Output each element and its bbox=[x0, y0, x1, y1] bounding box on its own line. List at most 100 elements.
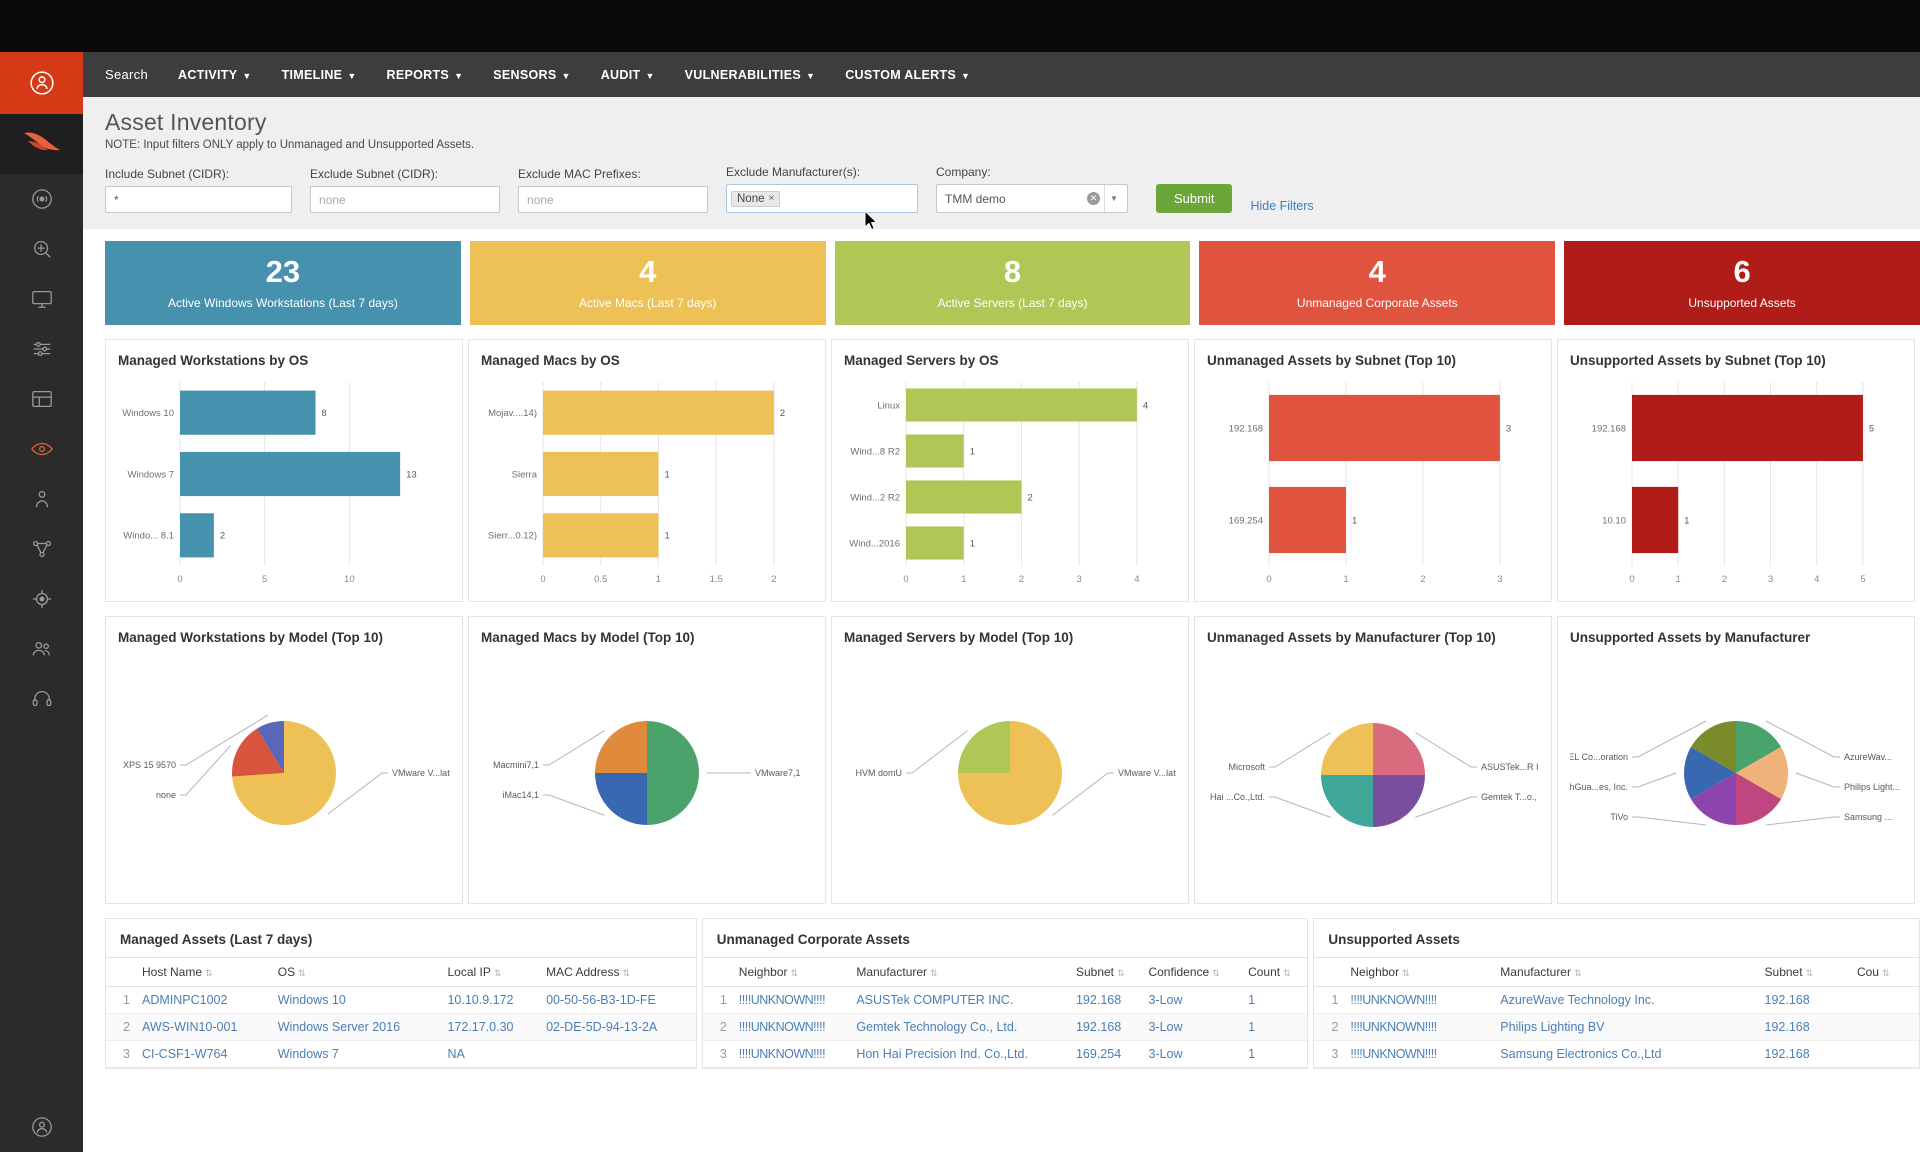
user-shield-icon[interactable] bbox=[0, 474, 83, 524]
chevron-down-icon[interactable]: ▼ bbox=[1104, 185, 1123, 212]
column-header[interactable]: Local IP⇅ bbox=[441, 958, 540, 987]
user-avatar-icon[interactable] bbox=[0, 52, 83, 114]
table-row[interactable]: 2!!!!UNKNOWN!!!!Philips Lighting BV192.1… bbox=[1314, 1014, 1919, 1041]
table-row[interactable]: 2!!!!UNKNOWN!!!!Gemtek Technology Co., L… bbox=[703, 1014, 1308, 1041]
kpi-card-active-servers[interactable]: 8 Active Servers (Last 7 days) bbox=[835, 241, 1191, 325]
sort-icon[interactable]: ⇅ bbox=[930, 968, 938, 978]
nav-item-search[interactable]: Search bbox=[105, 67, 148, 82]
support-headset-icon[interactable] bbox=[0, 674, 83, 724]
table-row[interactable]: 1ADMINPC1002Windows 1010.10.9.17200-50-5… bbox=[106, 987, 696, 1014]
nav-item-timeline[interactable]: TIMELINE ▼ bbox=[282, 68, 357, 82]
broadcast-icon[interactable] bbox=[0, 174, 83, 224]
pie1-slice[interactable] bbox=[647, 721, 699, 825]
bar1-bar[interactable] bbox=[543, 513, 658, 557]
table-row[interactable]: 2AWS-WIN10-001Windows Server 2016172.17.… bbox=[106, 1014, 696, 1041]
column-header[interactable]: Neighbor⇅ bbox=[1344, 958, 1494, 987]
pie2-slice[interactable] bbox=[958, 721, 1010, 773]
pie-chart-managed-servers-by-model[interactable]: HVM domUVMware V...latform bbox=[844, 651, 1176, 883]
company-select[interactable]: TMM demo ✕ ▼ bbox=[936, 184, 1128, 213]
sort-icon[interactable]: ⇅ bbox=[1212, 968, 1220, 978]
table-managed-assets[interactable]: Host Name⇅OS⇅Local IP⇅MAC Address⇅1ADMIN… bbox=[106, 957, 696, 1068]
column-header[interactable]: Manufacturer⇅ bbox=[1494, 958, 1758, 987]
bar-chart-managed-macs-by-os[interactable]: Mojav....14)2Sierra1Sierr...0.12)100.511… bbox=[481, 374, 813, 592]
sort-icon[interactable]: ⇅ bbox=[1283, 968, 1291, 978]
pie1-slice[interactable] bbox=[595, 721, 647, 773]
exclude-mac-input[interactable]: none bbox=[518, 186, 708, 213]
include-subnet-input[interactable]: * bbox=[105, 186, 292, 213]
pie3-slice[interactable] bbox=[1373, 775, 1425, 827]
bar-chart-unmanaged-assets-by-subnet[interactable]: 192.1683169.25410123 bbox=[1207, 374, 1539, 592]
column-header[interactable]: Cou⇅ bbox=[1851, 958, 1919, 987]
nav-item-vulnerabilities[interactable]: VULNERABILITIES ▼ bbox=[685, 68, 816, 82]
nav-item-audit[interactable]: AUDIT ▼ bbox=[601, 68, 655, 82]
column-header[interactable]: MAC Address⇅ bbox=[540, 958, 696, 987]
bar2-bar[interactable] bbox=[906, 434, 964, 467]
bar4-bar[interactable] bbox=[1632, 487, 1678, 553]
nav-item-sensors[interactable]: SENSORS ▼ bbox=[493, 68, 570, 82]
column-header[interactable]: Subnet⇅ bbox=[1070, 958, 1142, 987]
nav-item-activity[interactable]: ACTIVITY ▼ bbox=[178, 68, 252, 82]
nav-item-custom-alerts[interactable]: CUSTOM ALERTS ▼ bbox=[845, 68, 970, 82]
bar-chart-managed-servers-by-os[interactable]: Linux4Wind...8 R21Wind...2 R22Wind...201… bbox=[844, 374, 1176, 592]
pie-chart-managed-macs-by-model[interactable]: Macmini7,1iMac14,1VMware7,1 bbox=[481, 651, 813, 883]
table-row[interactable]: 1!!!!UNKNOWN!!!!AzureWave Technology Inc… bbox=[1314, 987, 1919, 1014]
sort-icon[interactable]: ⇅ bbox=[298, 968, 306, 978]
table-row[interactable]: 1!!!!UNKNOWN!!!!ASUSTek COMPUTER INC.192… bbox=[703, 987, 1308, 1014]
table-row[interactable]: 3!!!!UNKNOWN!!!!Samsung Electronics Co.,… bbox=[1314, 1041, 1919, 1068]
pie-chart-unmanaged-assets-by-manufacturer[interactable]: MicrosoftHon Hai ...Co.,Ltd.ASUSTek...R … bbox=[1207, 653, 1539, 885]
column-header[interactable]: Confidence⇅ bbox=[1142, 958, 1242, 987]
users-icon[interactable] bbox=[0, 624, 83, 674]
table-unsupported-assets[interactable]: Neighbor⇅Manufacturer⇅Subnet⇅Cou⇅1!!!!UN… bbox=[1314, 957, 1919, 1068]
bar-chart-unsupported-assets-by-subnet[interactable]: 192.168510.101012345 bbox=[1570, 374, 1902, 592]
submit-button[interactable]: Submit bbox=[1156, 184, 1232, 213]
bar0-bar[interactable] bbox=[180, 513, 214, 557]
dashboard-grid-icon[interactable] bbox=[0, 374, 83, 424]
column-header[interactable]: Subnet⇅ bbox=[1759, 958, 1851, 987]
close-icon[interactable]: × bbox=[769, 193, 775, 204]
column-header[interactable]: Neighbor⇅ bbox=[733, 958, 851, 987]
pie3-slice[interactable] bbox=[1321, 775, 1373, 827]
crosshair-icon[interactable] bbox=[0, 574, 83, 624]
bar2-bar[interactable] bbox=[906, 480, 1021, 513]
pie1-slice[interactable] bbox=[595, 773, 647, 825]
column-header[interactable]: Count⇅ bbox=[1242, 958, 1307, 987]
falcon-logo-icon[interactable] bbox=[0, 114, 83, 174]
bar3-bar[interactable] bbox=[1269, 395, 1500, 461]
sort-icon[interactable]: ⇅ bbox=[1402, 968, 1410, 978]
share-nodes-icon[interactable] bbox=[0, 524, 83, 574]
sort-icon[interactable]: ⇅ bbox=[1806, 968, 1814, 978]
clear-icon[interactable]: ✕ bbox=[1087, 192, 1100, 205]
account-icon[interactable] bbox=[0, 1102, 83, 1152]
sort-icon[interactable]: ⇅ bbox=[494, 968, 502, 978]
sort-icon[interactable]: ⇅ bbox=[1117, 968, 1125, 978]
sort-icon[interactable]: ⇅ bbox=[622, 968, 630, 978]
bar0-bar[interactable] bbox=[180, 391, 315, 435]
column-header[interactable]: Host Name⇅ bbox=[136, 958, 272, 987]
kpi-card-unmanaged-corporate-assets[interactable]: 4 Unmanaged Corporate Assets bbox=[1199, 241, 1555, 325]
nav-item-reports[interactable]: REPORTS ▼ bbox=[387, 68, 464, 82]
sliders-icon[interactable] bbox=[0, 324, 83, 374]
exclude-subnet-input[interactable]: none bbox=[310, 186, 500, 213]
table-row[interactable]: 3CI-CSF1-W764Windows 7NA bbox=[106, 1041, 696, 1068]
bar2-bar[interactable] bbox=[906, 526, 964, 559]
sort-icon[interactable]: ⇅ bbox=[1574, 968, 1582, 978]
kpi-card-active-macs[interactable]: 4 Active Macs (Last 7 days) bbox=[470, 241, 826, 325]
pie3-slice[interactable] bbox=[1373, 723, 1425, 775]
filter-token[interactable]: None × bbox=[731, 191, 780, 207]
column-header[interactable]: OS⇅ bbox=[272, 958, 442, 987]
sort-icon[interactable]: ⇅ bbox=[791, 968, 799, 978]
table-row[interactable]: 3!!!!UNKNOWN!!!!Hon Hai Precision Ind. C… bbox=[703, 1041, 1308, 1068]
exclude-manufacturer-input[interactable]: None × bbox=[726, 184, 918, 213]
hide-filters-link[interactable]: Hide Filters bbox=[1250, 199, 1313, 213]
pie3-slice[interactable] bbox=[1321, 723, 1373, 775]
search-target-icon[interactable] bbox=[0, 224, 83, 274]
eye-threat-icon[interactable] bbox=[0, 424, 83, 474]
sort-icon[interactable]: ⇅ bbox=[1882, 968, 1890, 978]
monitor-icon[interactable] bbox=[0, 274, 83, 324]
kpi-card-unsupported-assets[interactable]: 6 Unsupported Assets bbox=[1564, 241, 1920, 325]
pie-chart-unsupported-assets-by-manufacturer[interactable]: ZyXEL Co...orationWatchGua...es, Inc.TiV… bbox=[1570, 651, 1902, 883]
bar1-bar[interactable] bbox=[543, 452, 658, 496]
bar4-bar[interactable] bbox=[1632, 395, 1863, 461]
table-unmanaged-corporate-assets[interactable]: Neighbor⇅Manufacturer⇅Subnet⇅Confidence⇅… bbox=[703, 957, 1308, 1068]
pie-chart-managed-workstations-by-model[interactable]: XPS 15 9570noneVMware V...latform bbox=[118, 651, 450, 883]
